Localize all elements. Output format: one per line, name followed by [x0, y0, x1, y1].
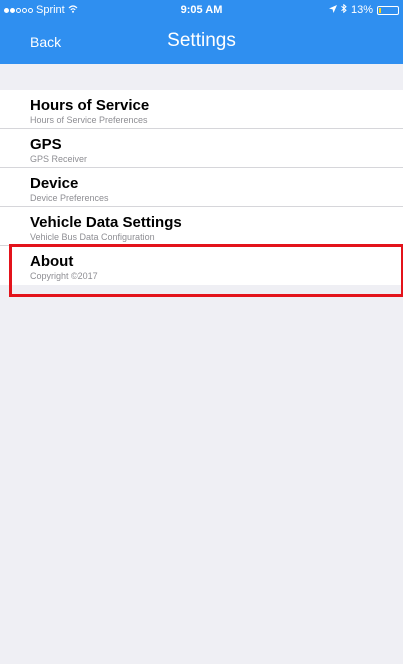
- settings-item-title: Hours of Service: [30, 97, 150, 114]
- location-arrow-icon: [328, 4, 337, 16]
- battery-fill: [379, 7, 381, 13]
- settings-item-hours-of-service[interactable]: Hours of Service Hours of Service Prefer…: [0, 90, 403, 129]
- settings-item-subtitle: Device Preferences: [30, 193, 109, 203]
- battery-percent: 13%: [350, 4, 373, 16]
- settings-item-subtitle: Copyright ©2017: [30, 271, 98, 281]
- battery-icon: [377, 5, 399, 15]
- settings-item-subtitle: Vehicle Bus Data Configuration: [30, 232, 155, 242]
- settings-item-title: Vehicle Data Settings: [30, 214, 182, 231]
- settings-item-gps[interactable]: GPS GPS Receiver: [0, 129, 403, 168]
- settings-item-subtitle: Hours of Service Preferences: [30, 115, 148, 125]
- page-title: Settings: [167, 30, 236, 51]
- settings-item-title: GPS: [30, 136, 62, 153]
- navigation-bar: Back Settings: [0, 20, 403, 64]
- settings-item-subtitle: GPS Receiver: [30, 154, 88, 164]
- settings-item-title: Device: [30, 175, 79, 192]
- status-bar: Sprint 9:05 AM 13%: [0, 0, 403, 20]
- settings-item-about[interactable]: About Copyright ©2017: [0, 246, 403, 285]
- bluetooth-icon: [341, 3, 347, 16]
- settings-item-vehicle-data-settings[interactable]: Vehicle Data Settings Vehicle Bus Data C…: [0, 207, 403, 246]
- settings-item-device[interactable]: Device Device Preferences: [0, 168, 403, 207]
- settings-item-title: About: [30, 253, 74, 270]
- settings-list: Hours of Service Hours of Service Prefer…: [0, 90, 403, 285]
- status-right: 13%: [328, 3, 399, 16]
- settings-screen: Sprint 9:05 AM 13% Back Settings Hours o…: [0, 0, 403, 664]
